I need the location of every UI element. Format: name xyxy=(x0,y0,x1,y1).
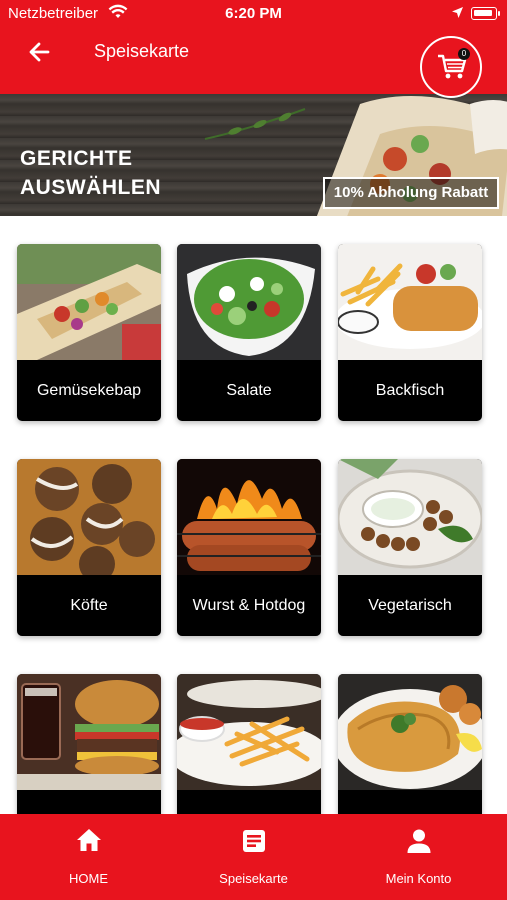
promo-badge: 10% Abholung Rabatt xyxy=(323,177,499,209)
category-label: Gemüsekebap xyxy=(36,382,142,399)
tab-home[interactable]: HOME xyxy=(4,814,173,900)
home-icon xyxy=(77,829,101,851)
category-label: Vegetarisch xyxy=(368,597,452,614)
tab-account-label: Mein Konto xyxy=(385,871,452,886)
back-arrow-icon[interactable] xyxy=(26,38,54,66)
tab-speisekarte[interactable]: Speisekarte xyxy=(169,814,338,900)
user-icon xyxy=(407,829,431,853)
banner-heading-line1: GERICHTE xyxy=(20,147,133,170)
category-card-wurst-hotdog[interactable]: Wurst & Hotdog xyxy=(177,459,321,636)
meatballs-photo xyxy=(17,459,161,575)
herb-decoration xyxy=(204,108,306,140)
category-label: Backfisch xyxy=(375,382,445,399)
location-arrow-icon xyxy=(451,6,464,23)
category-card-backfisch[interactable]: Backfisch xyxy=(338,244,482,421)
category-label: Wurst & Hotdog xyxy=(192,597,306,614)
category-card-vegetarisch[interactable]: Vegetarisch xyxy=(338,459,482,636)
schnitzel-photo xyxy=(338,674,482,790)
burger-photo xyxy=(17,674,161,790)
category-card-koefte[interactable]: Köfte xyxy=(17,459,161,636)
fried-fish-photo xyxy=(338,244,482,360)
battery-icon xyxy=(471,7,500,20)
tab-home-label: HOME xyxy=(69,871,108,886)
banner-heading: GERICHTE AUSWÄHLEN xyxy=(20,144,161,202)
menu-list-icon xyxy=(243,830,265,852)
banner-heading-line2: AUSWÄHLEN xyxy=(20,176,161,199)
category-label: Salate xyxy=(226,382,272,399)
tab-account[interactable]: Mein Konto xyxy=(334,814,503,900)
status-bar: Netzbetreiber 6:20 PM xyxy=(0,0,507,28)
cart-count-badge: 0 xyxy=(458,48,470,60)
page-title: Speisekarte xyxy=(94,41,190,61)
falafel-photo xyxy=(338,459,482,575)
salad-photo xyxy=(177,244,321,360)
grill-sausage-photo xyxy=(177,459,321,575)
wrap-photo xyxy=(17,244,161,360)
fries-photo xyxy=(177,674,321,790)
category-label: Köfte xyxy=(70,597,108,614)
tab-speisekarte-label: Speisekarte xyxy=(219,871,288,886)
bottom-tab-bar: HOME Speisekarte Mein Konto xyxy=(0,814,507,900)
clock: 6:20 PM xyxy=(225,5,282,22)
screen: Netzbetreiber 6:20 PM Speisekarte 0 GERI… xyxy=(0,0,507,900)
cart-button[interactable]: 0 xyxy=(420,36,482,98)
category-card-salate[interactable]: Salate xyxy=(177,244,321,421)
category-card-gemuesekebap[interactable]: Gemüsekebap xyxy=(17,244,161,421)
